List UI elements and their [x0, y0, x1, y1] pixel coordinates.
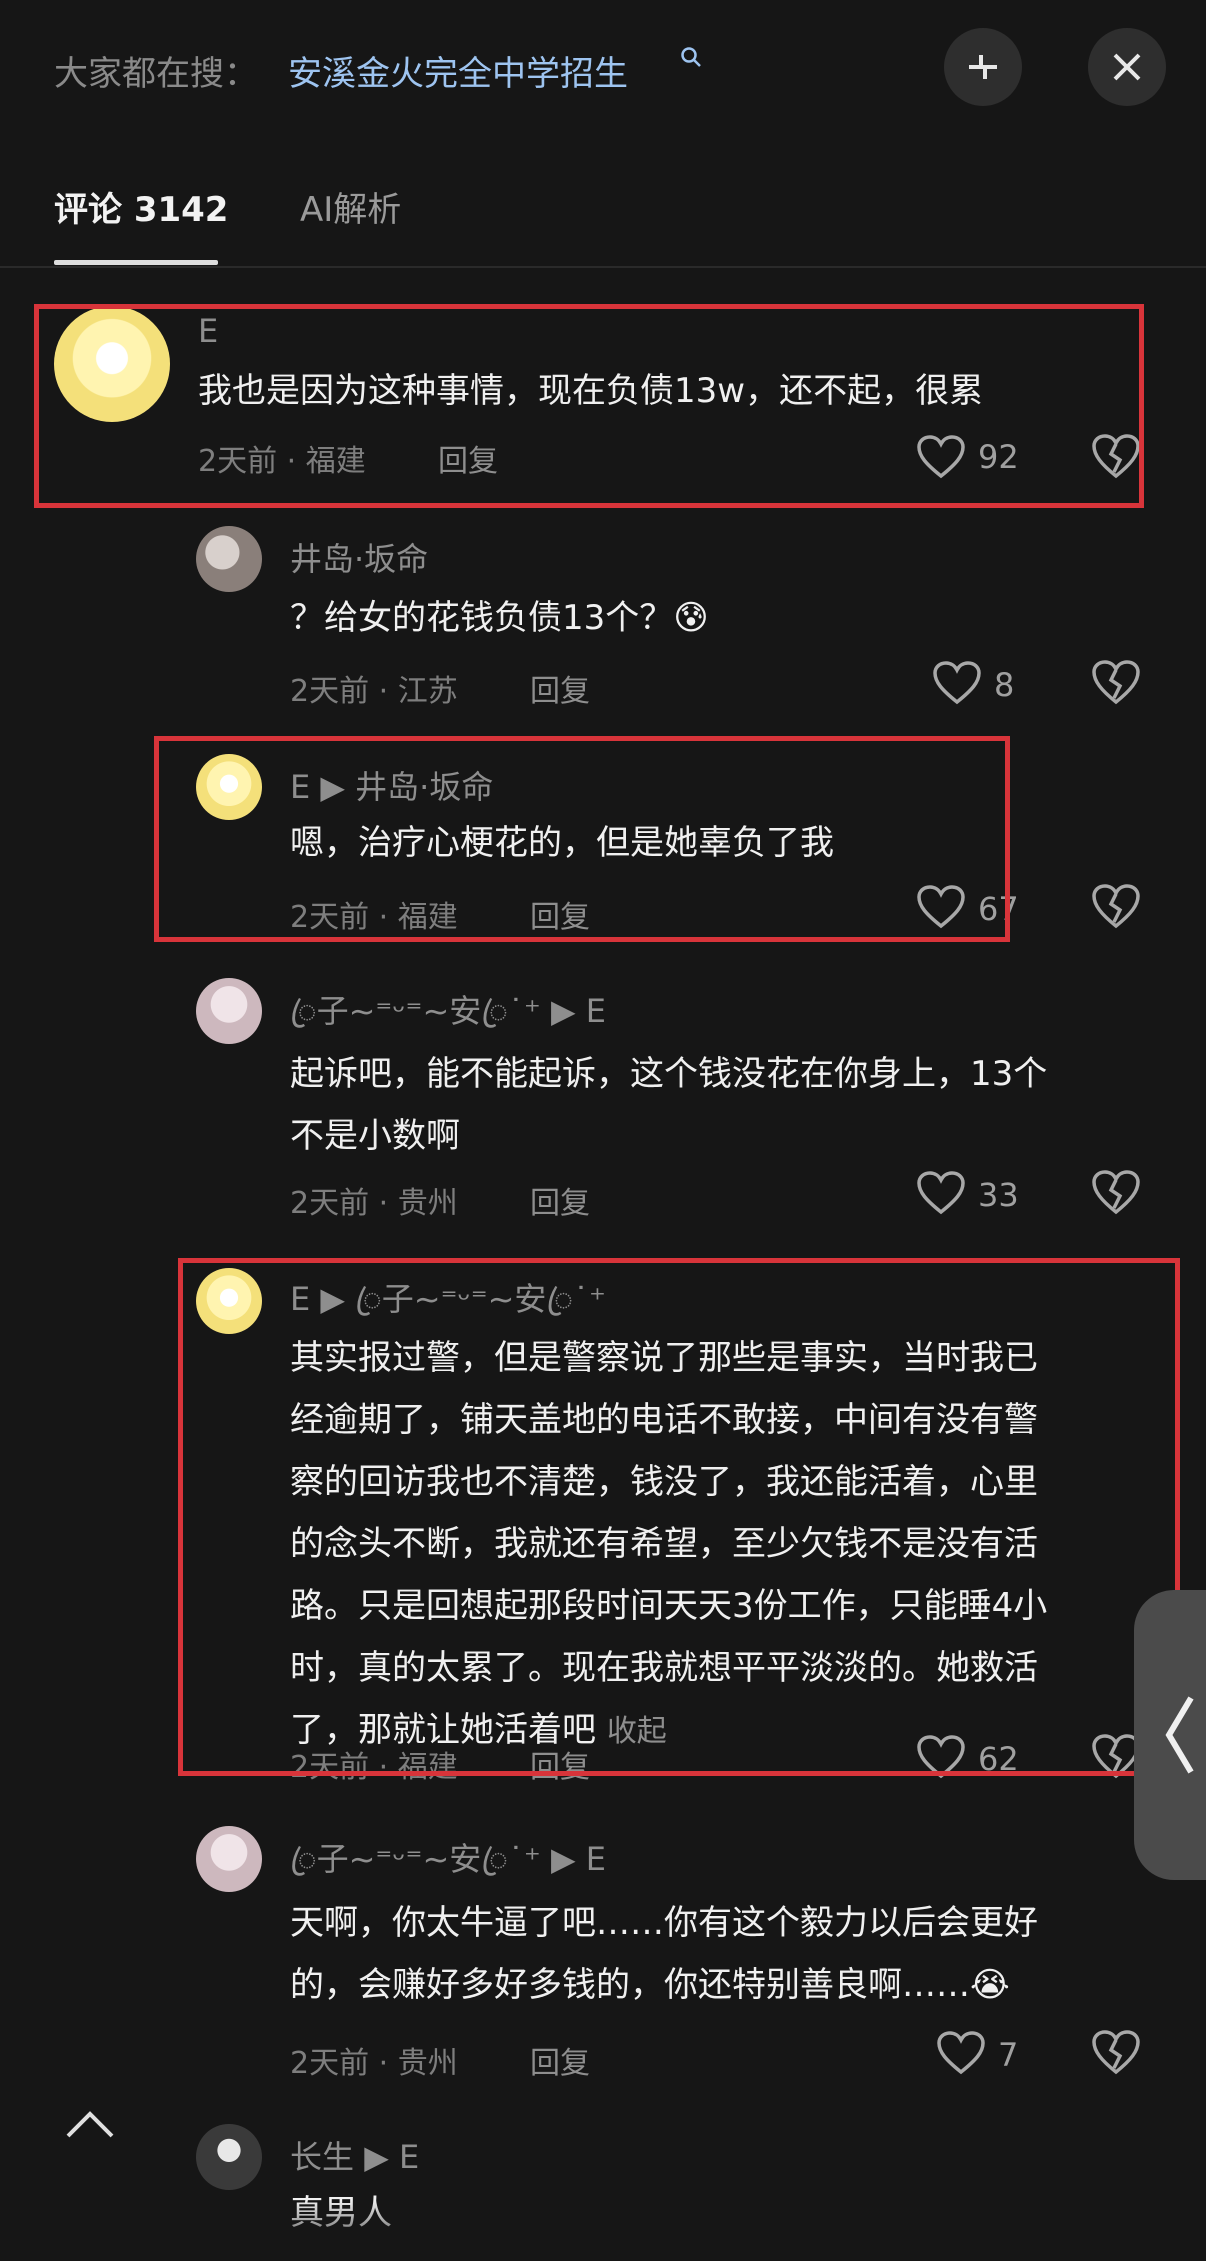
comment-text: 天啊，你太牛逼了吧……你有这个毅力以后会更好 的，会赚好多好多钱的，你还特别善良…	[290, 1903, 1038, 2005]
search-icon	[680, 46, 702, 74]
search-prefix: 大家都在搜：	[54, 54, 258, 94]
active-tab-indicator	[54, 260, 218, 265]
search-suggestion-link[interactable]: 安溪金火完全中学招生	[288, 46, 628, 95]
reply-arrow-icon: ▶	[550, 1840, 576, 1878]
broken-heart-icon[interactable]	[1090, 1168, 1142, 1216]
tab-comments[interactable]: 评论 3142	[54, 182, 228, 231]
comment-author[interactable]: ꦿ子~⁼ᵕ⁼~安ꦿ˙⁺ ▶ E	[290, 1834, 606, 1900]
reply-button[interactable]: 回复	[530, 2038, 590, 2082]
highlight-box	[178, 1258, 1180, 1776]
collapse-button[interactable]	[944, 28, 1022, 106]
side-panel-handle[interactable]	[1134, 1590, 1206, 1880]
avatar[interactable]	[196, 978, 262, 1044]
emoji: 😭	[970, 1965, 1010, 2005]
reply-arrow-icon: ▶	[364, 2138, 389, 2176]
comment-text: ？给女的花钱负债13个？😰	[290, 598, 709, 638]
avatar[interactable]	[196, 2124, 262, 2190]
like-count: 7	[998, 2036, 1019, 2074]
like-count: 33	[978, 1176, 1019, 1214]
close-icon	[1113, 53, 1141, 81]
broken-heart-icon[interactable]	[1090, 882, 1142, 930]
comment-author[interactable]: 井岛·坂命	[290, 534, 428, 580]
heart-icon[interactable]	[936, 2030, 986, 2076]
emoji: 😰	[673, 598, 709, 638]
comment-meta: 2天前 · 贵州	[290, 2046, 458, 2081]
heart-icon[interactable]	[916, 1170, 966, 1216]
comment-author[interactable]: 长生 ▶ E	[290, 2132, 419, 2178]
broken-heart-icon[interactable]	[1090, 658, 1142, 706]
tabs-divider	[0, 266, 1206, 268]
comment-text: 起诉吧，能不能起诉，这个钱没花在你身上，13个 不是小数啊	[290, 1054, 1048, 1156]
highlight-box	[154, 736, 1010, 942]
tab-ai-analysis[interactable]: AI解析	[300, 182, 401, 231]
heart-icon[interactable]	[932, 660, 982, 706]
comment-meta: 2天前 · 江苏	[290, 674, 458, 709]
broken-heart-icon[interactable]	[1090, 2028, 1142, 2076]
collapse-icon	[969, 55, 997, 79]
chevron-left-icon	[1165, 1696, 1194, 1774]
like-count: 8	[994, 666, 1015, 704]
bottom-fade	[0, 2200, 1206, 2261]
reply-button[interactable]: 回复	[530, 666, 590, 710]
avatar[interactable]	[196, 526, 262, 592]
chevron-up-icon[interactable]	[64, 2110, 116, 2140]
reply-arrow-icon: ▶	[550, 992, 576, 1030]
highlight-box	[34, 304, 1144, 508]
close-button[interactable]	[1088, 28, 1166, 106]
avatar[interactable]	[196, 1826, 262, 1892]
reply-button[interactable]: 回复	[530, 1178, 590, 1222]
comment-meta: 2天前 · 贵州	[290, 1186, 458, 1221]
